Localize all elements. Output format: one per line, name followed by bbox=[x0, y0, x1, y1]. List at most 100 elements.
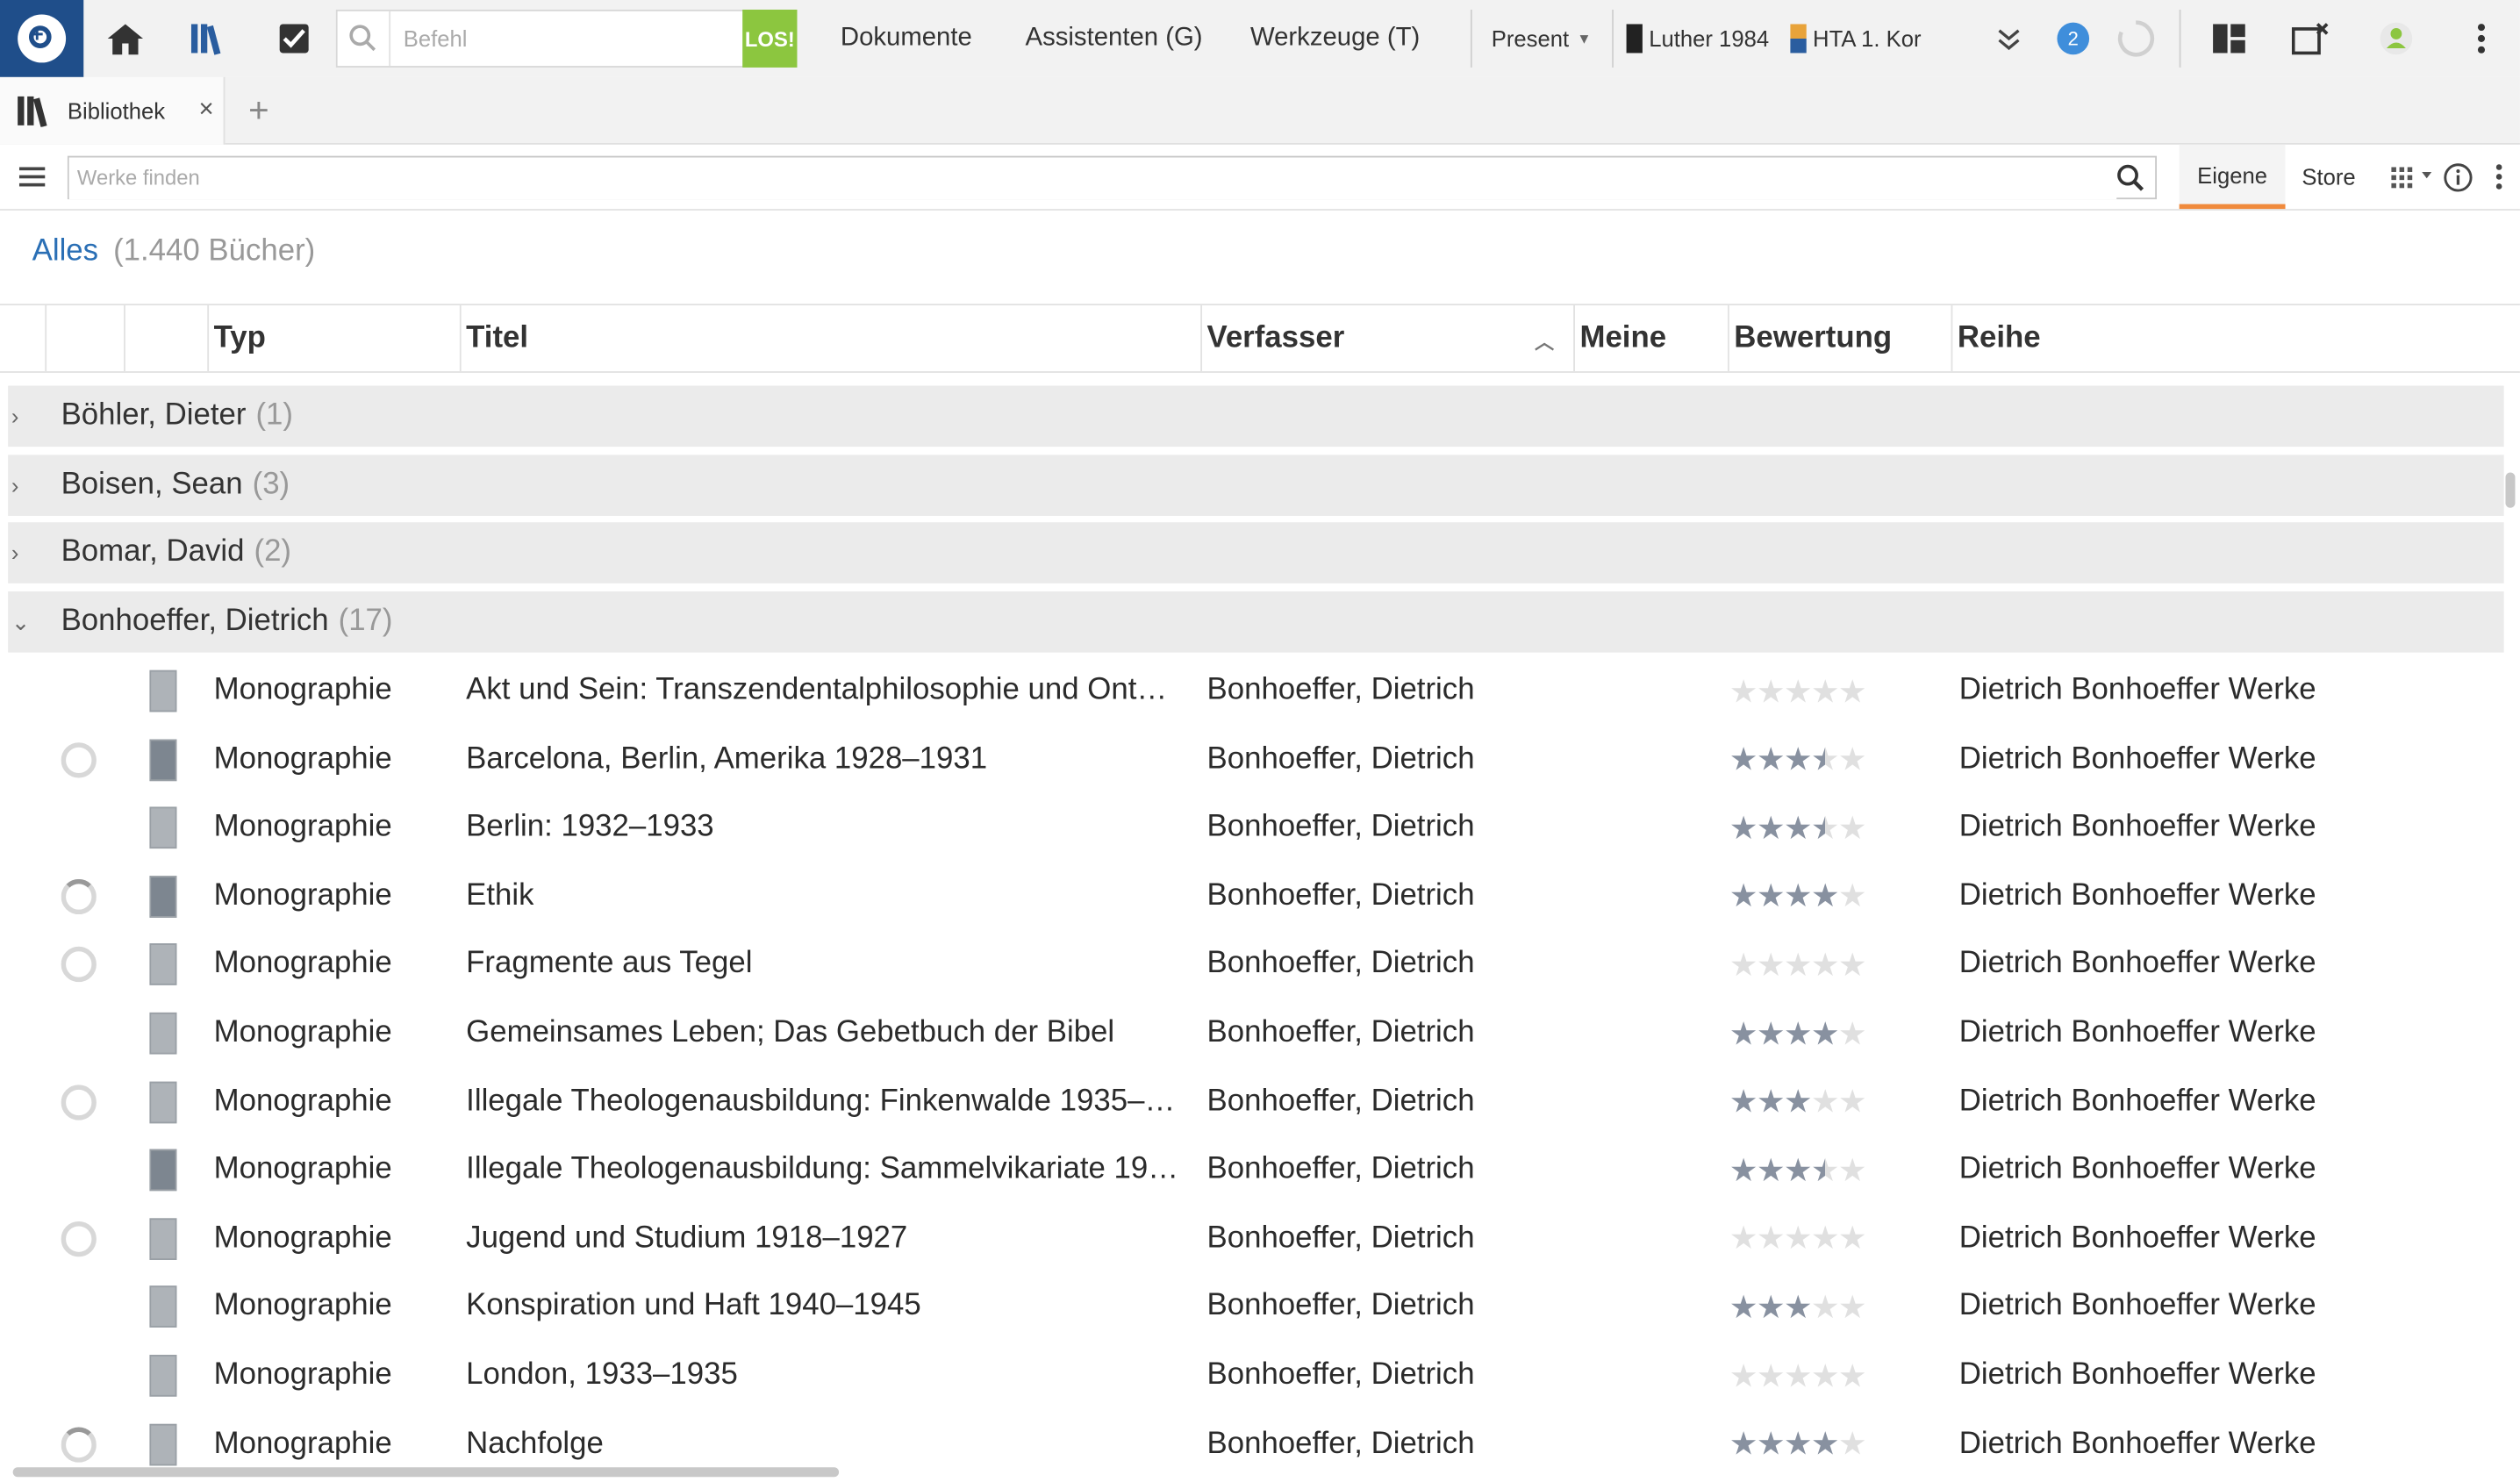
table-row[interactable]: Monographie Ethik Bonhoeffer, Dietrich Diet… bbox=[0, 863, 2504, 930]
find-works-input[interactable] bbox=[68, 156, 2117, 199]
tab-library[interactable]: Bibliothek × bbox=[0, 76, 226, 145]
star-icon[interactable]: ★ bbox=[1811, 1287, 1840, 1328]
star-icon[interactable]: ★ bbox=[1757, 1219, 1786, 1259]
star-icon[interactable]: ★ bbox=[1838, 671, 1867, 712]
star-icon[interactable]: ★ bbox=[1729, 808, 1758, 848]
rating-stars[interactable]: ★ ★ ★ ★ ★ bbox=[1729, 1205, 1938, 1272]
rating-stars[interactable]: ★ ★ ★ ★ ★ bbox=[1729, 1410, 1938, 1478]
read-status-cell[interactable] bbox=[61, 1136, 106, 1204]
account-button[interactable] bbox=[2375, 0, 2417, 77]
table-row[interactable]: Monographie Illegale Theologenausbildung:… bbox=[0, 1136, 2504, 1204]
tab-own-books[interactable]: Eigene bbox=[2179, 144, 2286, 210]
star-icon[interactable]: ★ bbox=[1838, 945, 1867, 985]
star-icon[interactable]: ★ bbox=[1729, 1356, 1758, 1396]
read-status-cell[interactable] bbox=[61, 1342, 106, 1409]
star-icon[interactable]: ★ bbox=[1838, 740, 1867, 780]
home-button[interactable] bbox=[93, 0, 157, 77]
star-icon[interactable]: ★ bbox=[1811, 877, 1840, 917]
column-meine[interactable]: Meine bbox=[1575, 305, 1729, 372]
table-row[interactable]: Monographie Illegale Theologenausbildung:… bbox=[0, 1068, 2504, 1135]
star-icon[interactable]: ★ bbox=[1838, 1424, 1867, 1464]
star-icon[interactable]: ★ bbox=[1811, 808, 1840, 848]
star-icon[interactable]: ★ bbox=[1757, 877, 1786, 917]
star-icon[interactable]: ★ bbox=[1811, 1013, 1840, 1054]
star-icon[interactable]: ★ bbox=[1811, 1150, 1840, 1191]
menu-tools[interactable]: Werkzeuge (T) bbox=[1250, 0, 1420, 77]
table-row[interactable]: Monographie Fragmente aus Tegel Bonhoeffer… bbox=[0, 931, 2504, 999]
star-icon[interactable]: ★ bbox=[1757, 1082, 1786, 1122]
read-status-cell[interactable] bbox=[61, 1068, 106, 1135]
star-icon[interactable]: ★ bbox=[1838, 808, 1867, 848]
rating-stars[interactable]: ★ ★ ★ ★ ★ bbox=[1729, 999, 1938, 1067]
column-status[interactable] bbox=[47, 305, 125, 372]
star-icon[interactable]: ★ bbox=[1811, 740, 1840, 780]
star-icon[interactable]: ★ bbox=[1838, 1082, 1867, 1122]
menu-documents[interactable]: Dokumente bbox=[841, 0, 972, 77]
star-icon[interactable]: ★ bbox=[1757, 1013, 1786, 1054]
group-row[interactable]: › Böhler, Dieter (1) bbox=[8, 385, 2504, 447]
star-icon[interactable]: ★ bbox=[1784, 808, 1813, 848]
read-status-cell[interactable] bbox=[61, 726, 106, 793]
chevron-right-icon[interactable]: › bbox=[11, 404, 19, 429]
star-icon[interactable]: ★ bbox=[1838, 877, 1867, 917]
star-icon[interactable]: ★ bbox=[1784, 1219, 1813, 1259]
chevron-right-icon[interactable]: › bbox=[11, 540, 19, 565]
star-icon[interactable]: ★ bbox=[1838, 1150, 1867, 1191]
table-row[interactable]: Monographie Akt und Sein: Transzendentalp… bbox=[0, 657, 2504, 725]
close-icon[interactable]: × bbox=[198, 97, 213, 125]
horizontal-scrollbar[interactable] bbox=[12, 1467, 840, 1478]
star-icon[interactable]: ★ bbox=[1811, 945, 1840, 985]
star-icon[interactable]: ★ bbox=[1784, 945, 1813, 985]
column-typ[interactable]: Typ bbox=[209, 305, 462, 372]
star-icon[interactable]: ★ bbox=[1811, 1424, 1840, 1464]
read-status-cell[interactable] bbox=[61, 794, 106, 862]
command-input[interactable] bbox=[390, 12, 743, 65]
read-status-cell[interactable] bbox=[61, 657, 106, 725]
tasks-button[interactable] bbox=[262, 0, 326, 77]
star-icon[interactable]: ★ bbox=[1784, 1356, 1813, 1396]
read-status-cell[interactable] bbox=[61, 1273, 106, 1341]
star-icon[interactable]: ★ bbox=[1729, 671, 1758, 712]
column-verfasser[interactable]: Verfasser ︿ bbox=[1202, 305, 1575, 372]
book-shortcut-luther[interactable]: Luther 1984 bbox=[1626, 0, 1769, 77]
add-tab-button[interactable]: + bbox=[241, 77, 276, 145]
read-status-cell[interactable] bbox=[61, 1205, 106, 1272]
column-select[interactable] bbox=[0, 305, 47, 372]
more-shortcuts-button[interactable] bbox=[1990, 0, 2029, 77]
layouts-button[interactable] bbox=[2209, 0, 2251, 77]
table-row[interactable]: Monographie Jugend und Studium 1918–1927 B… bbox=[0, 1205, 2504, 1272]
star-icon[interactable]: ★ bbox=[1757, 1356, 1786, 1396]
rating-stars[interactable]: ★ ★ ★ ★ ★ bbox=[1729, 1342, 1938, 1409]
menu-guides[interactable]: Assistenten (G) bbox=[1026, 0, 1203, 77]
rating-stars[interactable]: ★ ★ ★ ★ ★ bbox=[1729, 863, 1938, 930]
star-icon[interactable]: ★ bbox=[1729, 1013, 1758, 1054]
star-icon[interactable]: ★ bbox=[1838, 1013, 1867, 1054]
read-status-cell[interactable] bbox=[61, 863, 106, 930]
star-icon[interactable]: ★ bbox=[1729, 1287, 1758, 1328]
star-icon[interactable]: ★ bbox=[1729, 945, 1758, 985]
star-icon[interactable]: ★ bbox=[1784, 1287, 1813, 1328]
star-icon[interactable]: ★ bbox=[1757, 740, 1786, 780]
notifications-button[interactable]: 2 bbox=[2056, 0, 2091, 77]
collection-title[interactable]: Alles bbox=[32, 234, 98, 268]
group-row[interactable]: › Bomar, David (2) bbox=[8, 522, 2504, 583]
view-options-button[interactable] bbox=[2388, 162, 2437, 191]
table-row[interactable]: Monographie Konspiration und Haft 1940–19… bbox=[0, 1273, 2504, 1341]
rating-stars[interactable]: ★ ★ ★ ★ ★ bbox=[1729, 1136, 1938, 1204]
toolbar-more-button[interactable] bbox=[2495, 162, 2504, 191]
rating-stars[interactable]: ★ ★ ★ ★ ★ bbox=[1729, 657, 1938, 725]
sync-button[interactable] bbox=[2115, 0, 2157, 77]
star-icon[interactable]: ★ bbox=[1811, 1356, 1840, 1396]
star-icon[interactable]: ★ bbox=[1757, 1287, 1786, 1328]
star-icon[interactable]: ★ bbox=[1838, 1356, 1867, 1396]
table-row[interactable]: Monographie Berlin: 1932–1933 Bonhoeffer, … bbox=[0, 794, 2504, 862]
star-icon[interactable]: ★ bbox=[1757, 808, 1786, 848]
star-icon[interactable]: ★ bbox=[1838, 1287, 1867, 1328]
hamburger-menu-button[interactable] bbox=[16, 162, 48, 191]
close-panels-button[interactable] bbox=[2290, 0, 2332, 77]
table-row[interactable]: Monographie London, 1933–1935 Bonhoeffer, … bbox=[0, 1342, 2504, 1409]
star-icon[interactable]: ★ bbox=[1784, 1082, 1813, 1122]
star-icon[interactable]: ★ bbox=[1729, 1219, 1758, 1259]
star-icon[interactable]: ★ bbox=[1784, 1150, 1813, 1191]
read-status-cell[interactable] bbox=[61, 999, 106, 1067]
